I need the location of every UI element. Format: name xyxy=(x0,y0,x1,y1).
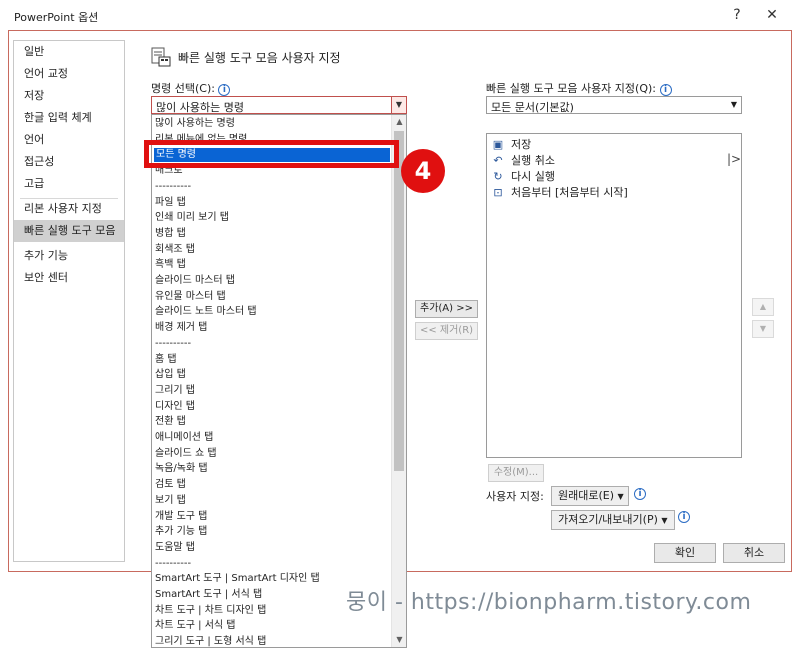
dropdown-item[interactable]: 애니메이션 탭 xyxy=(155,430,213,445)
customize-toolbar-label-text: 빠른 실행 도구 모음 사용자 지정(Q): xyxy=(486,82,656,95)
nav-item-save[interactable]: 저장 xyxy=(14,85,124,107)
nav-item-quick-access-toolbar[interactable]: 빠른 실행 도구 모음 xyxy=(14,220,124,242)
customizations-label: 사용자 지정: xyxy=(486,490,544,503)
undo-icon: ↶ xyxy=(493,154,503,167)
reset-dropdown-button[interactable]: 원래대로(E) ▼ xyxy=(551,486,629,506)
toolbar-item-label: 다시 실행 xyxy=(511,170,555,183)
import-export-dropdown-button[interactable]: 가져오기/내보내기(P) ▼ xyxy=(551,510,675,530)
nav-item-proofing[interactable]: 언어 교정 xyxy=(14,63,124,85)
step-badge: 4 xyxy=(401,149,445,193)
choose-commands-value: 많이 사용하는 명령 xyxy=(156,101,244,114)
dropdown-item[interactable]: 병합 탭 xyxy=(155,226,186,241)
scroll-down-icon[interactable]: ▼ xyxy=(392,633,406,647)
dropdown-item[interactable]: 유인물 마스터 탭 xyxy=(155,289,226,304)
dropdown-item[interactable]: 전환 탭 xyxy=(155,414,186,429)
dropdown-item[interactable]: 보기 탭 xyxy=(155,493,186,508)
dropdown-item[interactable]: 개발 도구 탭 xyxy=(155,509,207,524)
nav-item-general[interactable]: 일반 xyxy=(14,41,124,63)
dropdown-item[interactable]: SmartArt 도구 | SmartArt 디자인 탭 xyxy=(155,571,320,586)
scroll-up-icon[interactable]: ▲ xyxy=(392,115,406,129)
chevron-down-icon: ▼ xyxy=(617,492,624,501)
chevron-down-icon[interactable]: ▼ xyxy=(391,97,406,113)
dropdown-item[interactable]: 차트 도구 | 차트 디자인 탭 xyxy=(155,603,266,618)
highlight-box xyxy=(144,140,399,168)
nav-item-add-ins[interactable]: 추가 기능 xyxy=(14,245,124,267)
customize-toolbar-label: 빠른 실행 도구 모음 사용자 지정(Q): i xyxy=(486,80,672,96)
dropdown-item[interactable]: 도움말 탭 xyxy=(155,540,195,555)
dropdown-item[interactable]: 슬라이드 마스터 탭 xyxy=(155,273,235,288)
nav-item-advanced[interactable]: 고급 xyxy=(14,173,124,195)
toolbar-item-from-beginning[interactable]: ⊡ 처음부터 [처음부터 시작] xyxy=(491,185,628,201)
slideshow-start-icon: ⊡ xyxy=(493,186,503,199)
nav-item-language[interactable]: 언어 xyxy=(14,129,124,151)
toolbar-item-label: 실행 취소 xyxy=(511,154,555,167)
dropdown-item[interactable]: ---------- xyxy=(155,556,191,571)
ok-button[interactable]: 확인 xyxy=(654,543,716,563)
save-icon: ▣ xyxy=(492,138,504,151)
dropdown-item[interactable]: SmartArt 도구 | 서식 탭 xyxy=(155,587,262,602)
move-up-button[interactable]: ▲ xyxy=(752,298,774,316)
dropdown-item[interactable]: 회색조 탭 xyxy=(155,242,195,257)
import-export-label: 가져오기/내보내기(P) xyxy=(558,513,658,526)
nav-item-accessibility[interactable]: 접근성 xyxy=(14,151,124,173)
move-down-button[interactable]: ▼ xyxy=(752,320,774,338)
toolbar-commands-list[interactable]: ▣ 저장 ↶ 실행 취소 ↻ 다시 실행 ⊡ 처음부터 [처음부터 시작] |> xyxy=(486,133,742,458)
dropdown-item[interactable]: 슬라이드 쇼 탭 xyxy=(155,446,217,461)
choose-commands-label: 명령 선택(C): i xyxy=(151,80,231,96)
window-title: PowerPoint 옵션 xyxy=(14,11,99,24)
toolbar-item-undo[interactable]: ↶ 실행 취소 xyxy=(491,153,555,169)
commands-dropdown-list[interactable]: 많이 사용하는 명령 리본 메뉴에 없는 명령 매크로 ---------- 파일 탭인… xyxy=(151,114,407,648)
redo-icon: ↻ xyxy=(493,170,503,183)
info-icon: i xyxy=(659,84,672,96)
cancel-button[interactable]: 취소 xyxy=(723,543,785,563)
dropdown-item[interactable]: 슬라이드 노트 마스터 탭 xyxy=(155,304,257,319)
info-icon: i xyxy=(678,511,690,523)
modify-button[interactable]: 수정(M)... xyxy=(488,464,544,482)
options-nav: 일반 언어 교정 저장 한글 입력 체계 언어 접근성 고급 리본 사용자 지정… xyxy=(13,40,125,562)
toolbar-item-label: 처음부터 [처음부터 시작] xyxy=(511,186,628,199)
dropdown-item[interactable]: 인쇄 미리 보기 탭 xyxy=(155,210,229,225)
nav-item-customize-ribbon[interactable]: 리본 사용자 지정 xyxy=(14,198,124,220)
dropdown-item[interactable]: 삽입 탭 xyxy=(155,367,186,382)
dropdown-item[interactable]: 디자인 탭 xyxy=(155,399,195,414)
choose-commands-combo[interactable]: 많이 사용하는 명령 ▼ xyxy=(151,96,407,114)
dropdown-item[interactable]: 그리기 도구 | 도형 서식 탭 xyxy=(155,634,266,647)
dropdown-item[interactable]: 그리기 탭 xyxy=(155,383,195,398)
dropdown-scrollbar[interactable]: ▲ ▼ xyxy=(391,115,406,647)
add-button[interactable]: 추가(A) >> xyxy=(415,300,478,318)
separator-submenu-icon[interactable]: |> xyxy=(727,152,741,166)
toolbar-item-label: 저장 xyxy=(511,138,532,151)
remove-button[interactable]: << 제거(R) xyxy=(415,322,478,340)
chevron-down-icon[interactable]: ▼ xyxy=(731,100,737,109)
nav-item-korean-input[interactable]: 한글 입력 체계 xyxy=(14,107,124,129)
dropdown-item[interactable]: 추가 기능 탭 xyxy=(155,524,207,539)
info-icon: i xyxy=(218,84,231,96)
chevron-down-icon: ▼ xyxy=(661,516,668,525)
quick-access-toolbar-icon xyxy=(150,46,172,68)
dropdown-item[interactable]: ---------- xyxy=(155,336,191,351)
nav-item-trust-center[interactable]: 보안 센터 xyxy=(14,267,124,289)
document-scope-combo[interactable]: 모든 문서(기본값) ▼ xyxy=(486,96,742,114)
watermark-text: 뭉이 - https://bionpharm.tistory.com xyxy=(346,590,752,615)
toolbar-item-save[interactable]: ▣ 저장 xyxy=(491,137,531,153)
document-scope-value: 모든 문서(기본값) xyxy=(491,101,574,114)
scroll-thumb[interactable] xyxy=(394,131,404,471)
info-icon: i xyxy=(634,488,646,500)
dropdown-item[interactable]: 배경 제거 탭 xyxy=(155,320,207,335)
reset-label: 원래대로(E) xyxy=(558,489,615,502)
help-button[interactable]: ? xyxy=(724,4,750,26)
close-button[interactable]: ✕ xyxy=(759,4,785,26)
dropdown-item[interactable]: 흑백 탭 xyxy=(155,257,186,272)
dropdown-item[interactable]: ---------- xyxy=(155,179,191,194)
dropdown-item[interactable]: 파일 탭 xyxy=(155,195,186,210)
dropdown-item[interactable]: 차트 도구 | 서식 탭 xyxy=(155,618,235,633)
toolbar-item-redo[interactable]: ↻ 다시 실행 xyxy=(491,169,555,185)
choose-commands-label-text: 명령 선택(C): xyxy=(151,82,215,95)
dropdown-item[interactable]: 검토 탭 xyxy=(155,477,186,492)
title-bar: PowerPoint 옵션 ? ✕ xyxy=(0,0,800,30)
dropdown-item[interactable]: 녹음/녹화 탭 xyxy=(155,461,208,476)
dropdown-item[interactable]: 많이 사용하는 명령 xyxy=(155,116,235,131)
section-title: 빠른 실행 도구 모음 사용자 지정 xyxy=(178,51,341,65)
dropdown-item[interactable]: 홈 탭 xyxy=(155,352,177,367)
